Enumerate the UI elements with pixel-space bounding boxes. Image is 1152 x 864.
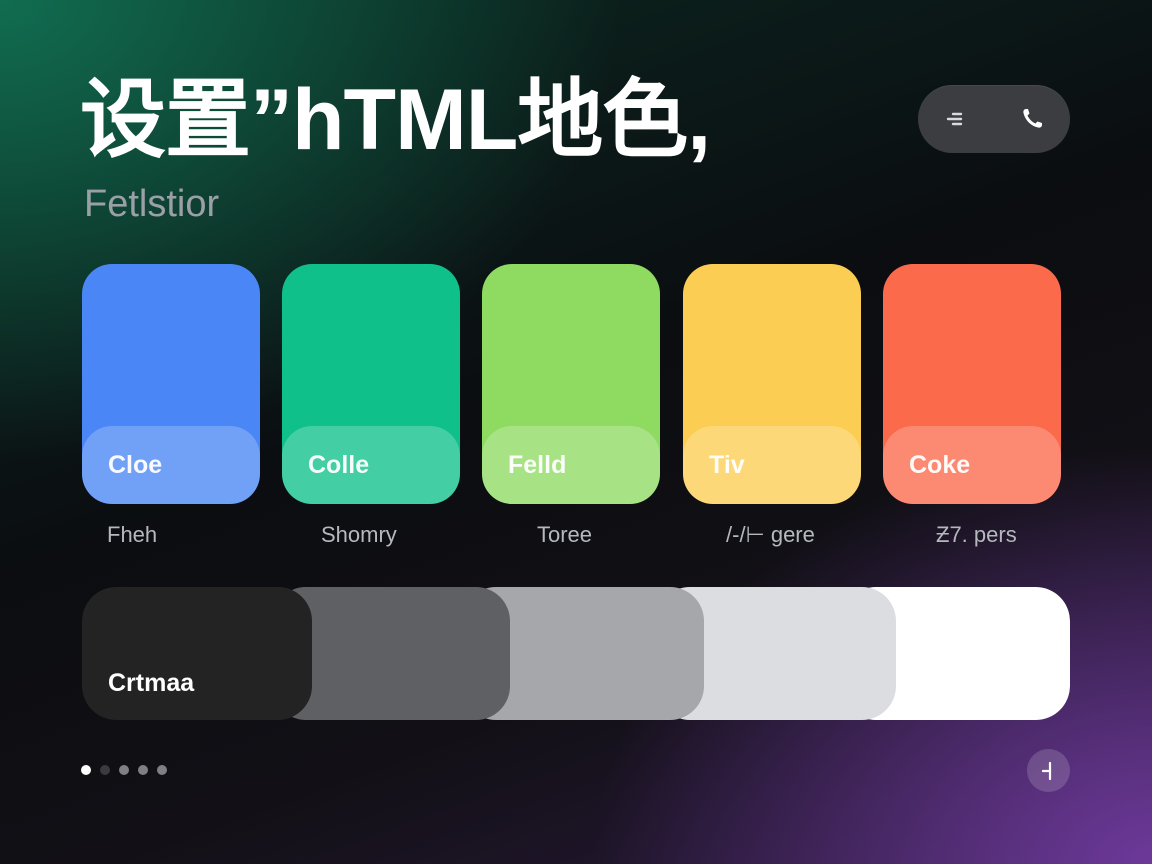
swatch-green[interactable]: Colle: [282, 264, 460, 504]
split-icon: [1041, 761, 1051, 780]
swatch-yellow[interactable]: Tiv: [683, 264, 861, 504]
phone-button[interactable]: [1004, 91, 1060, 147]
swatch-label: Tiv: [709, 451, 745, 479]
pagination-dot[interactable]: [100, 765, 110, 775]
grayscale-bar[interactable]: Crtmaa: [82, 587, 1070, 720]
swatch-label: Felld: [508, 451, 567, 479]
swatch-lime[interactable]: Felld: [482, 264, 660, 504]
page-subtitle: Fetlstior: [84, 183, 220, 225]
header-controls: [918, 85, 1070, 153]
pagination-dot-active[interactable]: [81, 765, 91, 775]
list-indent-button[interactable]: [928, 91, 984, 147]
swatch-orange[interactable]: Coke: [883, 264, 1061, 504]
phone-icon: [1023, 109, 1042, 128]
grayscale-label: Crtmaa: [108, 669, 195, 697]
pagination-dot[interactable]: [138, 765, 148, 775]
color-swatches: Cloe Colle Felld Tiv Coke: [82, 264, 1062, 504]
swatch-label: Cloe: [108, 451, 163, 479]
page-title: 设置”hTML地色,: [80, 72, 711, 168]
split-view-button[interactable]: [1027, 749, 1070, 792]
pagination-dot[interactable]: [157, 765, 167, 775]
swatch-blue[interactable]: Cloe: [82, 264, 260, 504]
pagination-dots: [81, 765, 167, 775]
swatch-caption: Shomry: [321, 522, 397, 547]
list-indent-icon: [946, 112, 963, 126]
swatch-caption: Fheh: [107, 522, 158, 547]
swatch-caption: Ƶ7. pers: [936, 522, 1017, 547]
swatch-caption: /-/⊢ gere: [726, 522, 815, 547]
swatch-label: Coke: [909, 451, 971, 479]
pagination-dot[interactable]: [119, 765, 129, 775]
swatch-label: Colle: [308, 451, 370, 479]
gray-segment-1[interactable]: [82, 587, 312, 720]
swatch-caption: Toree: [537, 522, 593, 547]
